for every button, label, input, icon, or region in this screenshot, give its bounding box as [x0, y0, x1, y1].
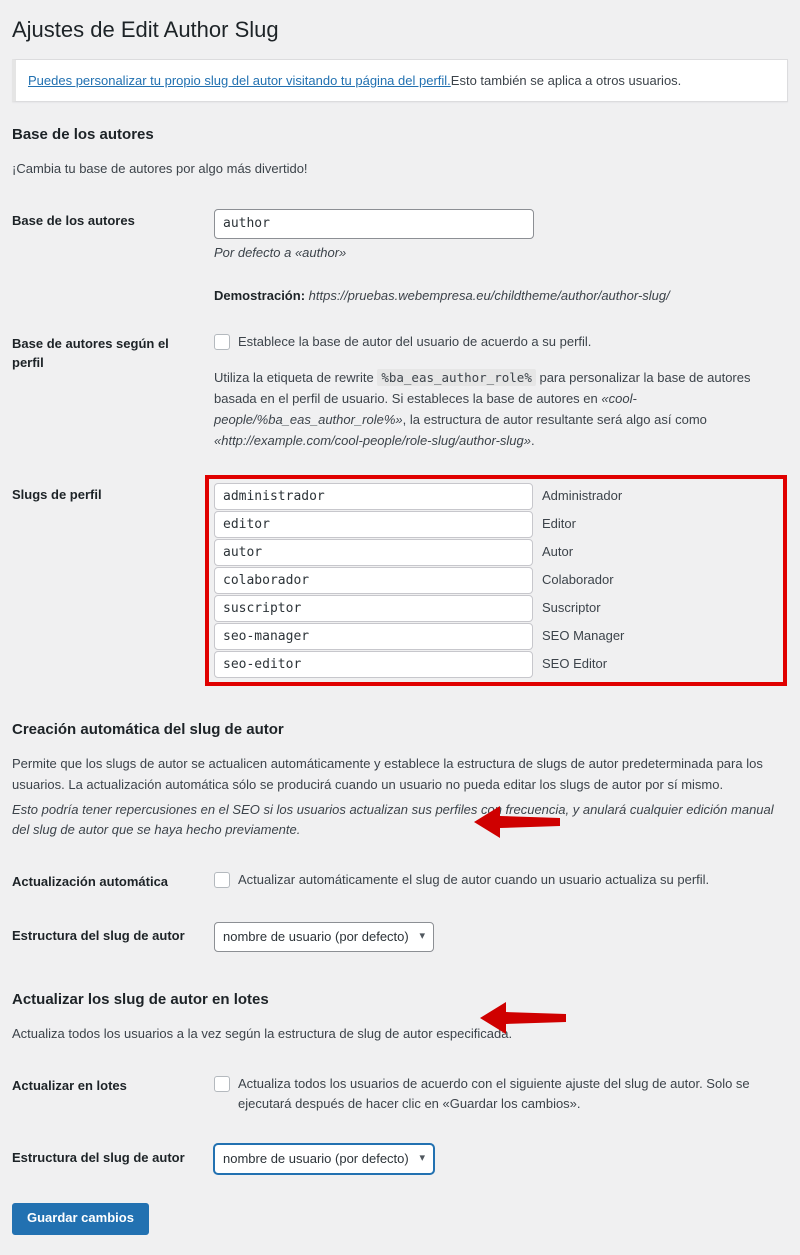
- profile-page-link[interactable]: Puedes personalizar tu propio slug del a…: [28, 73, 451, 88]
- profile-slugs-table: Administrador Editor Autor Colaborador Suscr…: [205, 475, 787, 687]
- label-role-based-base: Base de autores según el perfil: [12, 336, 169, 370]
- label-profile-slugs: Slugs de perfil: [12, 487, 102, 503]
- profile-slug-row: SEO Manager: [214, 623, 778, 651]
- field-auto-structure: nombre de usuario (por defecto) ▾: [214, 907, 788, 965]
- profile-slug-input[interactable]: [214, 483, 533, 511]
- section-description-bulk: Actualiza todos los usuarios a la vez se…: [12, 1026, 513, 1042]
- bulk-update-checkbox[interactable]: [214, 1076, 230, 1093]
- profile-slug-input[interactable]: [214, 567, 533, 595]
- save-changes-button[interactable]: Guardar cambios: [12, 1203, 149, 1235]
- section-auto-slug-creation: Creación automática del slug de autor Pe…: [12, 719, 788, 965]
- demo-line: Demostración: https://pruebas.webempresa…: [214, 286, 778, 307]
- section-description-author-base: ¡Cambia tu base de autores por algo más …: [12, 161, 308, 177]
- bulk-update-checkbox-row[interactable]: Actualiza todos los usuarios de acuerdo …: [214, 1074, 778, 1114]
- profile-slug-role-label: SEO Editor: [542, 656, 608, 672]
- bulk-form-table: Actualizar en lotes Actualiza todos los …: [12, 1061, 788, 1187]
- author-base-input[interactable]: [214, 208, 534, 239]
- profile-slug-role-label: Autor: [542, 544, 574, 560]
- settings-page: Ajustes de Edit Author Slug Puedes perso…: [0, 0, 800, 1255]
- section-description-auto-2: Esto podría tener repercusiones en el SE…: [12, 801, 774, 838]
- role-based-help-part-1: Utiliza la etiqueta de rewrite: [214, 369, 374, 385]
- field-profile-slugs: Administrador Editor Autor Colaborador Suscr…: [205, 464, 788, 697]
- author-base-help: Por defecto a «author»: [214, 244, 347, 260]
- submit-area: Guardar cambios: [12, 1187, 788, 1254]
- profile-slug-role-label: Administrador: [542, 488, 623, 504]
- profile-slug-role-label: Colaborador: [542, 572, 614, 588]
- bulk-structure-select[interactable]: nombre de usuario (por defecto): [214, 1144, 434, 1175]
- role-based-help-text: Utiliza la etiqueta de rewrite %ba_eas_a…: [214, 367, 770, 451]
- profile-slug-input[interactable]: [214, 595, 533, 623]
- page-title: Ajustes de Edit Author Slug: [12, 17, 279, 42]
- form-row-auto-structure: Estructura del slug de autor nombre de u…: [12, 907, 788, 965]
- form-row-bulk-update: Actualizar en lotes Actualiza todos los …: [12, 1061, 788, 1127]
- section-description-auto-1: Permite que los slugs de autor se actual…: [12, 756, 763, 792]
- profile-notice: Puedes personalizar tu propio slug del a…: [12, 58, 788, 103]
- profile-slug-input[interactable]: [214, 623, 533, 651]
- auto-update-checkbox-label: Actualizar automáticamente el slug de au…: [238, 872, 710, 888]
- role-based-checkbox[interactable]: [214, 334, 230, 351]
- profile-slug-row: Editor: [214, 511, 778, 539]
- profile-slug-row: Autor: [214, 539, 778, 567]
- profile-slug-input[interactable]: [214, 539, 533, 567]
- role-based-checkbox-label: Establece la base de autor del usuario d…: [238, 334, 592, 350]
- profile-slug-row: SEO Editor: [214, 651, 778, 679]
- demo-url: https://pruebas.webempresa.eu/childtheme…: [308, 287, 670, 303]
- bulk-update-checkbox-label: Actualiza todos los usuarios de acuerdo …: [238, 1076, 750, 1112]
- role-based-help-part-3: , la estructura de autor resultante será…: [402, 411, 707, 427]
- auto-structure-select-shell: nombre de usuario (por defecto) ▾: [214, 922, 434, 953]
- label-bulk-update: Actualizar en lotes: [12, 1078, 127, 1094]
- form-row-auto-update: Actualización automática Actualizar auto…: [12, 857, 788, 907]
- bulk-structure-select-shell: nombre de usuario (por defecto) ▾: [214, 1144, 434, 1175]
- demo-label: Demostración:: [214, 287, 306, 303]
- field-auto-update: Actualizar automáticamente el slug de au…: [214, 857, 788, 907]
- field-author-base: Por defecto a «author» Demostración: htt…: [214, 196, 788, 320]
- field-bulk-update: Actualiza todos los usuarios de acuerdo …: [214, 1061, 788, 1127]
- author-base-form-table: Base de los autores Por defecto a «autho…: [12, 196, 788, 697]
- rewrite-tag-code: %ba_eas_author_role%: [377, 368, 536, 386]
- label-auto-update: Actualización automática: [12, 874, 169, 890]
- section-heading-author-base: Base de los autores: [12, 126, 154, 144]
- notice-rest-text: Esto también se aplica a otros usuarios.: [450, 72, 682, 88]
- profile-slug-row: Suscriptor: [214, 595, 778, 623]
- role-based-help-part-4: .: [531, 432, 535, 448]
- field-role-based-base: Establece la base de autor del usuario d…: [214, 319, 788, 464]
- auto-update-checkbox[interactable]: [214, 872, 230, 889]
- section-bulk-update: Actualizar los slug de autor en lotes Ac…: [12, 989, 788, 1187]
- label-bulk-structure: Estructura del slug de autor: [12, 1150, 185, 1166]
- profile-slug-input[interactable]: [214, 511, 533, 539]
- role-based-checkbox-row[interactable]: Establece la base de autor del usuario d…: [214, 332, 778, 352]
- form-row-role-based-base: Base de autores según el perfil Establec…: [12, 319, 788, 464]
- form-row-bulk-structure: Estructura del slug de autor nombre de u…: [12, 1127, 788, 1187]
- auto-structure-select[interactable]: nombre de usuario (por defecto): [214, 922, 434, 953]
- section-heading-bulk: Actualizar los slug de autor en lotes: [12, 991, 269, 1009]
- profile-slug-row: Colaborador: [214, 567, 778, 595]
- form-row-author-base: Base de los autores Por defecto a «autho…: [12, 196, 788, 320]
- profile-slug-row: Administrador: [214, 483, 778, 511]
- profile-slug-role-label: SEO Manager: [542, 628, 625, 644]
- label-author-base: Base de los autores: [12, 212, 135, 228]
- profile-slug-input[interactable]: [214, 651, 533, 679]
- role-based-help-italic-2: «http://example.com/cool-people/role-slu…: [214, 432, 531, 448]
- auto-update-checkbox-row[interactable]: Actualizar automáticamente el slug de au…: [214, 870, 778, 890]
- form-row-profile-slugs: Slugs de perfil Administrador Editor Autor…: [12, 464, 788, 697]
- profile-slug-role-label: Suscriptor: [542, 600, 601, 616]
- auto-form-table: Actualización automática Actualizar auto…: [12, 857, 788, 965]
- label-auto-structure: Estructura del slug de autor: [12, 928, 185, 944]
- profile-slug-role-label: Editor: [542, 516, 576, 532]
- field-bulk-structure: nombre de usuario (por defecto) ▾: [214, 1127, 788, 1187]
- section-heading-auto: Creación automática del slug de autor: [12, 721, 284, 739]
